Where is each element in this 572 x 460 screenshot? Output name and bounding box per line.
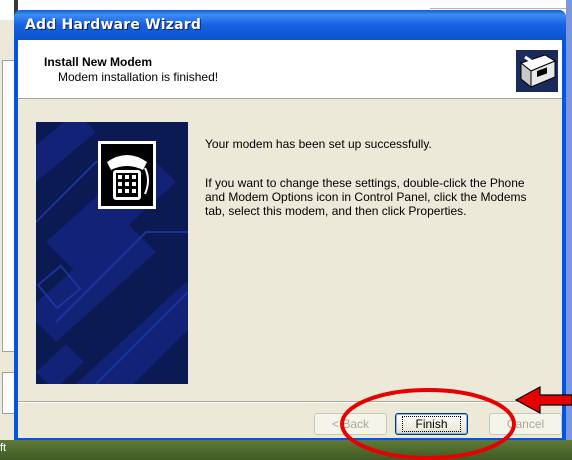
screenshot: Add Hardware Wizard Install New Modem Mo…: [0, 0, 572, 460]
header-title: Install New Modem: [44, 55, 153, 69]
dialog-body: Install New Modem Modem installation is …: [18, 40, 562, 438]
button-separator: [18, 401, 562, 403]
finish-button-label: Finish: [402, 416, 461, 432]
header-subtitle: Modem installation is finished!: [58, 70, 219, 84]
wizard-header: Install New Modem Modem installation is …: [18, 40, 562, 99]
cancel-button[interactable]: Cancel: [489, 413, 562, 435]
background-toolbar: [430, 0, 566, 9]
add-hardware-wizard-dialog: Add Hardware Wizard Install New Modem Mo…: [14, 10, 566, 442]
taskbar-label: ft: [0, 442, 7, 454]
taskbar: [0, 440, 572, 460]
instructions-message: If you want to change these settings, do…: [205, 176, 527, 218]
finish-button[interactable]: Finish: [395, 413, 468, 435]
back-button[interactable]: < Back: [314, 413, 387, 435]
phone-icon-frame: [98, 141, 156, 209]
title-bar[interactable]: Add Hardware Wizard: [14, 10, 566, 40]
success-message: Your modem has been set up successfully.: [205, 137, 432, 151]
background-window-edge: [566, 0, 572, 440]
window-title: Add Hardware Wizard: [25, 17, 202, 33]
telephone-icon: [107, 155, 149, 200]
hardware-device-icon: [516, 50, 558, 92]
wizard-side-graphic: [36, 122, 188, 384]
